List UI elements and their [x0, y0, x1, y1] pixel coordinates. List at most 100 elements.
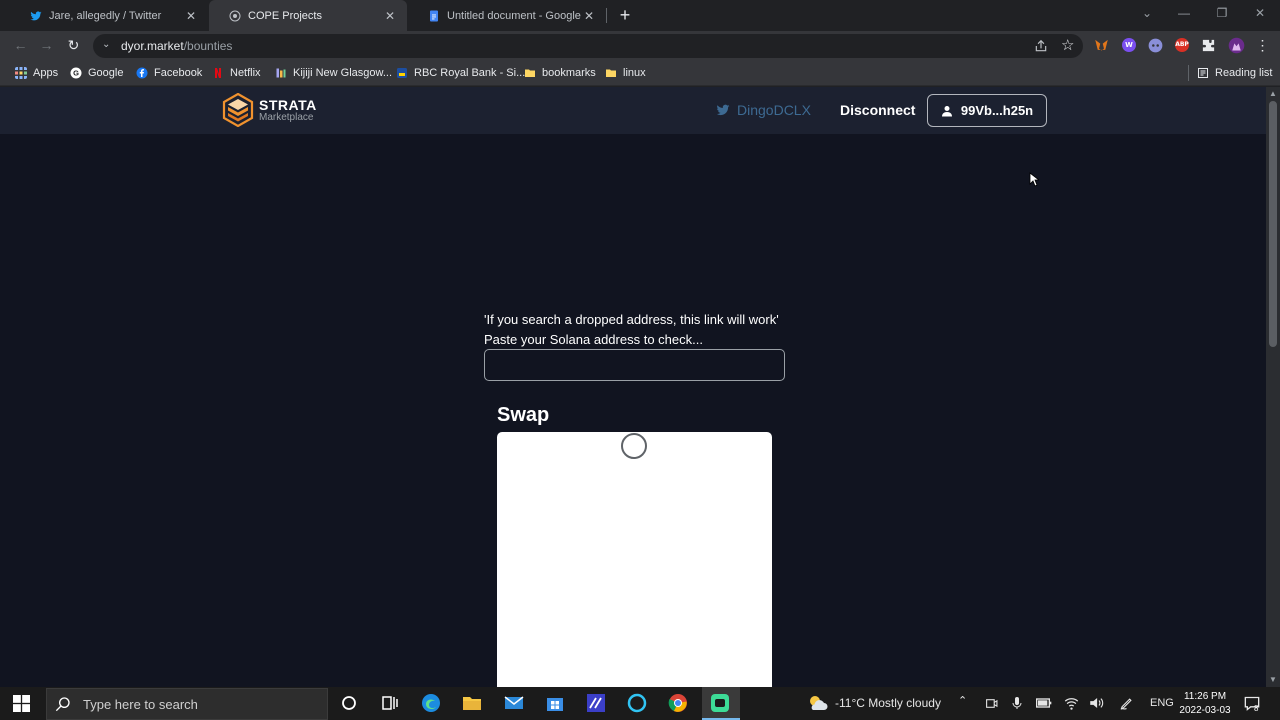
taskbar-search-box[interactable]: Type here to search	[46, 688, 328, 720]
solana-address-input[interactable]	[484, 349, 785, 381]
windows-start-icon[interactable]	[13, 695, 30, 712]
wallet-button[interactable]: 99Vb...h25n	[927, 94, 1047, 127]
netflix-icon	[215, 68, 221, 78]
scroll-up-icon[interactable]: ▲	[1266, 89, 1280, 98]
pen-icon[interactable]	[1119, 696, 1134, 711]
new-tab-button[interactable]: +	[616, 5, 634, 25]
clock-time[interactable]: 11:26 PM	[1176, 691, 1234, 702]
twitter-handle-link[interactable]: DingoDCLX	[716, 102, 811, 118]
address-label: Paste your Solana address to check...	[484, 332, 703, 347]
logo-name[interactable]: STRATA	[259, 97, 317, 113]
tab-title: Untitled document - Google Doc	[447, 9, 582, 22]
folder-icon	[606, 69, 616, 77]
strata-logo-icon[interactable]	[221, 93, 255, 127]
chrome-icon[interactable]	[668, 693, 688, 713]
tab-search-icon[interactable]: ⌄	[1137, 6, 1157, 20]
site-info-icon[interactable]: ⌄	[102, 39, 110, 50]
more-menu-icon[interactable]: ⋮	[1254, 37, 1271, 54]
back-icon[interactable]: ←	[12, 37, 29, 54]
google-docs-icon	[430, 10, 438, 21]
file-explorer-icon[interactable]	[462, 693, 482, 713]
scroll-down-icon[interactable]: ▼	[1266, 675, 1280, 684]
close-tab-icon[interactable]: ✕	[184, 9, 198, 23]
tab-cope-projects[interactable]: COPE Projects ✕	[209, 0, 407, 31]
w-extension-icon[interactable]: W	[1122, 38, 1136, 52]
bookmarks-bar: Apps G Google Facebook Netflix Kijiji Ne…	[0, 60, 1280, 86]
google-icon: G	[70, 67, 82, 79]
swap-heading: Swap	[497, 404, 550, 426]
twitter-icon	[30, 10, 42, 20]
bookmark-folder-linux[interactable]: linux	[605, 65, 646, 81]
disconnect-button[interactable]: Disconnect	[840, 102, 915, 118]
wifi-icon[interactable]	[1064, 696, 1079, 710]
reading-list-button[interactable]: Reading list	[1197, 65, 1272, 81]
web-page: STRATA Marketplace DingoDCLX Disconnect …	[0, 87, 1266, 687]
task-view-icon[interactable]	[380, 693, 400, 713]
close-tab-icon[interactable]: ✕	[383, 9, 397, 23]
weather-text[interactable]: -11°C Mostly cloudy	[835, 696, 941, 710]
url-host: dyor.market	[121, 39, 184, 53]
svg-text:G: G	[73, 69, 79, 78]
twitter-icon	[716, 104, 730, 116]
discord-app-icon[interactable]	[710, 693, 730, 713]
bookmark-kijiji[interactable]: Kijiji New Glasgow...	[275, 65, 392, 81]
scroll-thumb[interactable]	[1269, 101, 1277, 347]
address-bar[interactable]: ⌄ dyor.market/bounties ☆	[93, 34, 1083, 58]
reading-list-icon	[1198, 68, 1208, 78]
meet-now-icon[interactable]	[985, 697, 998, 710]
loading-spinner-icon	[621, 433, 647, 459]
forward-icon[interactable]: →	[38, 37, 55, 54]
adblock-plus-icon[interactable]: ABP	[1175, 38, 1189, 52]
url-text[interactable]: dyor.market/bounties	[121, 39, 232, 53]
share-icon[interactable]	[1034, 39, 1048, 53]
swap-widget[interactable]	[497, 432, 772, 687]
microphone-icon[interactable]	[1011, 696, 1023, 710]
volume-icon[interactable]	[1089, 696, 1104, 710]
tab-google-doc[interactable]: Untitled document - Google Doc ✕	[408, 0, 606, 31]
minimize-icon[interactable]: —	[1174, 6, 1194, 20]
microsoft-store-icon[interactable]	[545, 693, 565, 713]
logo-subtitle: Marketplace	[259, 112, 314, 123]
bookmark-label: RBC Royal Bank - Si...	[414, 67, 526, 79]
discord-extension-icon[interactable]	[1148, 38, 1163, 53]
search-icon	[55, 697, 70, 712]
battery-icon[interactable]	[1036, 697, 1052, 709]
vscode-like-app-icon[interactable]	[586, 693, 606, 713]
cortana-icon[interactable]	[339, 693, 359, 713]
bookmark-netflix[interactable]: Netflix	[212, 65, 261, 81]
bookmark-label: Facebook	[154, 67, 203, 79]
alexa-icon[interactable]	[627, 693, 647, 713]
user-icon	[941, 105, 952, 116]
clock-date[interactable]: 2022-03-03	[1176, 705, 1234, 716]
reading-list-label: Reading list	[1215, 67, 1273, 79]
close-window-icon[interactable]: ✕	[1250, 6, 1270, 20]
restore-icon[interactable]: ❐	[1212, 6, 1232, 20]
bookmark-facebook[interactable]: Facebook	[136, 65, 202, 81]
bookmark-label: bookmarks	[542, 67, 596, 79]
profile-avatar[interactable]	[1228, 37, 1245, 54]
apps-grid-icon	[15, 67, 27, 79]
bookmark-star-icon[interactable]: ☆	[1061, 36, 1074, 54]
twitter-handle: DingoDCLX	[737, 102, 811, 118]
weather-cloudy-icon[interactable]	[808, 694, 828, 712]
bookmark-rbc[interactable]: RBC Royal Bank - Si...	[396, 65, 525, 81]
show-hidden-icons-icon[interactable]: ⌃	[958, 694, 967, 707]
kijiji-icon	[276, 68, 286, 78]
puzzle-icon[interactable]	[1201, 38, 1216, 53]
language-indicator[interactable]: ENG	[1150, 697, 1174, 709]
bookmark-folder-bookmarks[interactable]: bookmarks	[524, 65, 596, 81]
notification-count: 8	[1254, 704, 1259, 713]
bookmark-apps[interactable]: Apps	[15, 65, 58, 81]
bookmark-label: Netflix	[230, 67, 261, 79]
mail-icon[interactable]	[504, 693, 524, 713]
bookmark-label: linux	[623, 67, 646, 79]
reload-icon[interactable]: ↻	[65, 37, 82, 54]
page-scrollbar[interactable]: ▲ ▼	[1266, 87, 1280, 687]
bookmark-label: Google	[88, 67, 124, 79]
tab-twitter[interactable]: Jare, allegedly / Twitter ✕	[10, 0, 208, 31]
bookmark-google[interactable]: G Google	[70, 65, 123, 81]
bookmark-label: Apps	[33, 67, 59, 79]
metamask-icon[interactable]	[1094, 38, 1109, 53]
close-tab-icon[interactable]: ✕	[582, 9, 596, 23]
edge-icon[interactable]	[421, 693, 441, 713]
